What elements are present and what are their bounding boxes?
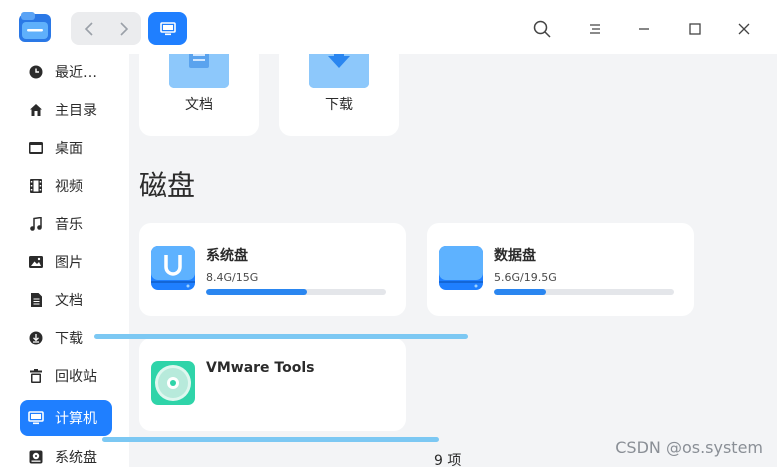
minimize-button[interactable] — [626, 12, 662, 45]
disk-usage-text: 8.4G/15G — [206, 271, 259, 284]
sidebar-item-label: 回收站 — [55, 369, 97, 385]
file-manager-icon[interactable] — [19, 12, 51, 42]
menu-icon — [590, 23, 600, 34]
menu-button[interactable] — [577, 12, 613, 45]
cd-disc-icon — [151, 361, 195, 405]
sidebar-item-label: 文档 — [55, 293, 83, 309]
data-disk-icon — [439, 246, 483, 290]
chevron-left-icon — [84, 21, 93, 36]
folder-label: 文档 — [185, 97, 213, 113]
sidebar-item-home[interactable]: 主目录 — [20, 92, 112, 128]
disk-usage-text: 5.6G/19.5G — [494, 271, 557, 284]
main-content: 文档 下载 磁盘 系统盘 8.4G/15G 数据盘 5.6G/19.5G VMw… — [129, 54, 777, 467]
close-button[interactable] — [726, 12, 762, 45]
close-icon — [738, 23, 750, 34]
home-icon — [28, 102, 44, 118]
forward-button[interactable] — [106, 12, 141, 45]
titlebar — [0, 0, 777, 54]
sidebar-item-label: 最近… — [55, 65, 97, 81]
minimize-icon — [639, 27, 649, 30]
file-manager-window: 最近… 主目录 桌面 视频 音乐 图片 文档 下载 回收站 计算机 系统盘 文档… — [0, 0, 777, 467]
picture-icon — [28, 254, 44, 270]
disk-name: 数据盘 — [494, 248, 536, 264]
sidebar-item-label: 计算机 — [55, 411, 97, 427]
back-button[interactable] — [71, 12, 106, 45]
system-disk-icon — [151, 246, 195, 290]
disk-card-vmware-tools[interactable]: VMware Tools — [139, 338, 406, 431]
sidebar-item-label: 桌面 — [55, 141, 83, 157]
watermark: CSDN @os.system — [615, 438, 763, 457]
download-icon — [28, 330, 44, 346]
section-title-disks: 磁盘 — [139, 169, 196, 202]
music-icon — [28, 216, 44, 232]
computer-view-button[interactable] — [148, 12, 187, 45]
sidebar-item-label: 系统盘 — [55, 450, 97, 466]
disk-usage-fill — [494, 289, 547, 295]
disk-name: 系统盘 — [206, 248, 248, 264]
downloads-folder-icon — [309, 54, 369, 88]
disk-name: VMware Tools — [206, 360, 315, 376]
folder-card-downloads[interactable]: 下载 — [279, 54, 399, 136]
folder-card-documents[interactable]: 文档 — [139, 54, 259, 136]
trash-icon — [28, 368, 44, 384]
maximize-icon — [689, 22, 701, 35]
sidebar-item-label: 图片 — [55, 255, 83, 271]
navigation-buttons — [71, 12, 141, 45]
sidebar-item-recent[interactable]: 最近… — [20, 54, 112, 90]
search-button[interactable] — [524, 12, 560, 45]
search-icon — [533, 20, 551, 38]
sidebar-item-label: 下载 — [55, 331, 83, 347]
computer-icon — [28, 410, 44, 426]
video-icon — [28, 178, 44, 194]
sidebar-item-documents[interactable]: 文档 — [20, 282, 112, 318]
clock-icon — [28, 64, 44, 80]
sidebar-item-label: 音乐 — [55, 217, 83, 233]
disk-card-data[interactable]: 数据盘 5.6G/19.5G — [427, 223, 694, 316]
document-icon — [28, 292, 44, 308]
selection-indicator-line — [102, 437, 439, 442]
documents-folder-icon — [169, 54, 229, 88]
desktop-icon — [28, 140, 44, 156]
disk-icon — [28, 449, 44, 465]
sidebar-item-music[interactable]: 音乐 — [20, 206, 112, 242]
sidebar-item-desktop[interactable]: 桌面 — [20, 130, 112, 166]
item-count-status: 9 项 — [434, 453, 462, 467]
disk-usage-bar — [494, 289, 674, 295]
sidebar-item-computer[interactable]: 计算机 — [20, 400, 112, 436]
computer-icon — [159, 21, 176, 35]
sidebar-item-label: 视频 — [55, 179, 83, 195]
sidebar: 最近… 主目录 桌面 视频 音乐 图片 文档 下载 回收站 计算机 系统盘 — [0, 54, 129, 467]
sidebar-item-system-disk[interactable]: 系统盘 — [20, 439, 112, 467]
maximize-button[interactable] — [677, 12, 713, 45]
sidebar-item-label: 主目录 — [55, 103, 97, 119]
disk-card-system[interactable]: 系统盘 8.4G/15G — [139, 223, 406, 316]
folder-label: 下载 — [325, 97, 353, 113]
sidebar-item-pictures[interactable]: 图片 — [20, 244, 112, 280]
disk-usage-fill — [206, 289, 307, 295]
chevron-right-icon — [119, 21, 128, 36]
disk-usage-bar — [206, 289, 386, 295]
sidebar-item-video[interactable]: 视频 — [20, 168, 112, 204]
selection-indicator-line — [94, 334, 468, 339]
sidebar-item-trash[interactable]: 回收站 — [20, 358, 112, 394]
